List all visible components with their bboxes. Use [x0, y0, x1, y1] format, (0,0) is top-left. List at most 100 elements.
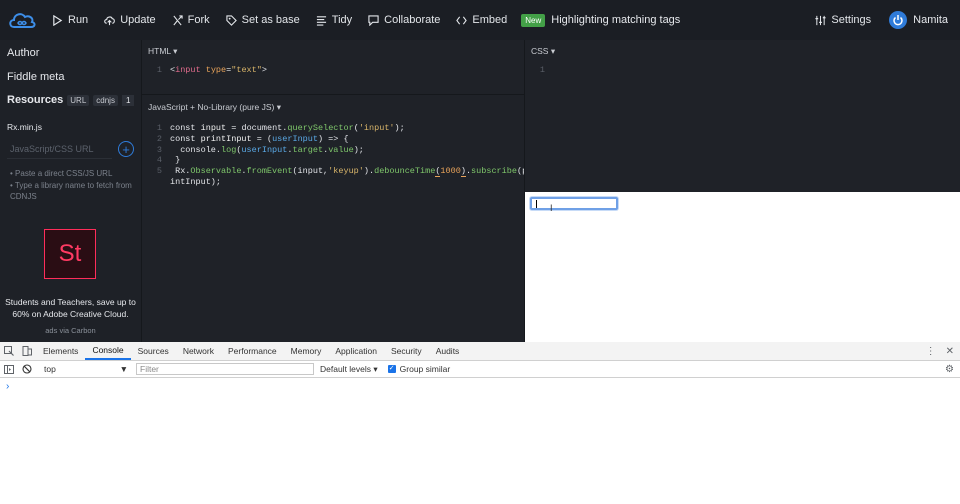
settings-button[interactable]: Settings	[807, 0, 879, 40]
set-as-base-label: Set as base	[241, 14, 300, 26]
console-toolbar: top ▼ Filter Default levels ▾ ✓ Group si…	[0, 361, 960, 378]
more-options-icon[interactable]: ⋮	[926, 346, 936, 357]
fork-icon	[173, 14, 183, 25]
close-icon[interactable]: ✕	[946, 346, 954, 357]
cloud-logo-icon	[9, 13, 36, 28]
fork-button[interactable]: Fork	[164, 0, 218, 40]
play-icon	[53, 14, 63, 26]
code-line: 3 console.log(userInput.target.value);	[156, 144, 364, 155]
resources-header: Resources URL cdnjs 1	[0, 88, 141, 112]
device-toolbar-icon[interactable]	[18, 342, 36, 360]
code-line: 5 Rx.Observable.fromEvent(input,'keyup')…	[156, 166, 532, 178]
settings-label: Settings	[831, 14, 872, 26]
levels-dropdown[interactable]: Default levels ▾	[320, 364, 378, 375]
add-resource-icon[interactable]: +	[118, 141, 134, 157]
chat-icon	[368, 14, 379, 26]
inspect-icon[interactable]	[0, 342, 18, 360]
sidebar-toggle-icon[interactable]	[0, 364, 18, 374]
embed-label: Embed	[472, 14, 508, 26]
devtools-tools: ⋮ ✕	[926, 342, 960, 360]
user-name[interactable]: Namita	[913, 14, 960, 26]
css-editor[interactable]: 1	[525, 62, 960, 76]
tab-network[interactable]: Network	[176, 342, 221, 360]
tab-application[interactable]: Application	[328, 342, 384, 360]
css-pane: CSS ▾ 1	[525, 40, 960, 192]
jsfiddle-logo[interactable]	[0, 0, 44, 40]
code-line: 1 const input = document.querySelector('…	[156, 123, 405, 133]
tidy-button[interactable]: Tidy	[308, 0, 360, 40]
html-editor[interactable]: 1 <input type="text">	[142, 62, 524, 76]
group-similar-checkbox[interactable]: ✓ Group similar	[387, 364, 451, 374]
tab-elements[interactable]: Elements	[36, 342, 85, 360]
fork-label: Fork	[187, 14, 210, 26]
new-badge: New	[521, 13, 546, 27]
chevron-down-icon: ▼	[119, 364, 128, 374]
code-line: 1	[539, 65, 545, 75]
hint-item: Paste a direct CSS/JS URL	[10, 168, 134, 180]
topbar-right: Settings Namita	[807, 0, 960, 40]
checkbox-checked-icon: ✓	[387, 365, 396, 373]
collaborate-label: Collaborate	[384, 14, 441, 26]
tab-security[interactable]: Security	[384, 342, 429, 360]
resource-file[interactable]: Rx.min.js	[0, 112, 141, 138]
code-line: 1 <input type="text">	[142, 65, 524, 76]
power-icon	[893, 15, 903, 26]
sidebar-item-author[interactable]: Author	[0, 40, 141, 64]
ad-text[interactable]: Students and Teachers, save up to 60% on…	[4, 296, 137, 320]
resource-url-input[interactable]: JavaScript/CSS URL	[7, 140, 112, 159]
html-pane-title[interactable]: HTML ▾	[142, 40, 524, 62]
tidy-label: Tidy	[331, 14, 353, 26]
devtools-tabbar: Elements Console Sources Network Perform…	[0, 342, 960, 361]
tab-memory[interactable]: Memory	[284, 342, 329, 360]
js-editor[interactable]: 1 const input = document.querySelector('…	[142, 117, 532, 188]
tab-console[interactable]: Console	[85, 342, 131, 360]
tab-performance[interactable]: Performance	[221, 342, 284, 360]
css-pane-title[interactable]: CSS ▾	[525, 40, 960, 62]
result-text-input[interactable]: I	[530, 197, 618, 213]
sidebar: Author Fiddle meta Resources URL cdnjs 1…	[0, 40, 141, 342]
app-window: Run Update Fork Set as base Tidy Collabo…	[0, 0, 960, 504]
clear-console-icon[interactable]	[18, 364, 36, 374]
console-prompt[interactable]: ›	[0, 378, 960, 395]
devtools-panel: Elements Console Sources Network Perform…	[0, 342, 960, 504]
run-button[interactable]: Run	[44, 0, 96, 40]
line-number: 1	[156, 65, 162, 75]
url-row: JavaScript/CSS URL +	[0, 138, 141, 160]
cdnjs-chip[interactable]: cdnjs	[93, 94, 118, 106]
collaborate-button[interactable]: Collaborate	[360, 0, 448, 40]
update-label: Update	[120, 14, 156, 26]
resource-hints: Paste a direct CSS/JS URL Type a library…	[0, 160, 141, 203]
code-line: 4 }	[156, 155, 181, 166]
resources-title[interactable]: Resources	[7, 94, 63, 106]
code-icon	[456, 16, 468, 24]
result-pane: I	[525, 192, 960, 342]
js-pane: JavaScript + No-Library (pure JS) ▾ 1 co…	[142, 95, 532, 342]
cloud-upload-icon	[104, 15, 116, 25]
gear-icon[interactable]: ⚙	[945, 364, 954, 375]
context-select[interactable]: top ▼	[40, 364, 132, 374]
ibeam-cursor-icon: I	[550, 203, 553, 213]
top-bar: Run Update Fork Set as base Tidy Collabo…	[0, 0, 960, 40]
run-label: Run	[68, 14, 89, 26]
group-similar-label: Group similar	[399, 364, 451, 374]
lines-icon	[316, 15, 326, 26]
text-caret	[536, 200, 537, 208]
tab-sources[interactable]: Sources	[131, 342, 176, 360]
set-as-base-button[interactable]: Set as base	[218, 0, 308, 40]
url-chip[interactable]: URL	[67, 94, 90, 106]
ad-via-carbon[interactable]: ads via Carbon	[0, 326, 141, 335]
avatar[interactable]	[889, 11, 908, 29]
resource-count-badge: 1	[121, 94, 135, 106]
js-pane-title[interactable]: JavaScript + No-Library (pure JS) ▾	[142, 95, 524, 117]
embed-button[interactable]: Embed	[448, 0, 515, 40]
filter-input[interactable]: Filter	[136, 363, 314, 375]
hint-item: Type a library name to fetch from CDNJS	[10, 180, 134, 203]
adobe-ad-logo[interactable]: St	[44, 229, 96, 279]
tab-audits[interactable]: Audits	[429, 342, 467, 360]
code-line: 2 const printInput = (userInput) => {	[156, 133, 349, 144]
update-button[interactable]: Update	[96, 0, 163, 40]
announcement[interactable]: New Highlighting matching tags	[521, 13, 681, 27]
context-value: top	[44, 364, 56, 374]
sidebar-item-fiddle-meta[interactable]: Fiddle meta	[0, 64, 141, 88]
announcement-text: Highlighting matching tags	[551, 14, 681, 26]
